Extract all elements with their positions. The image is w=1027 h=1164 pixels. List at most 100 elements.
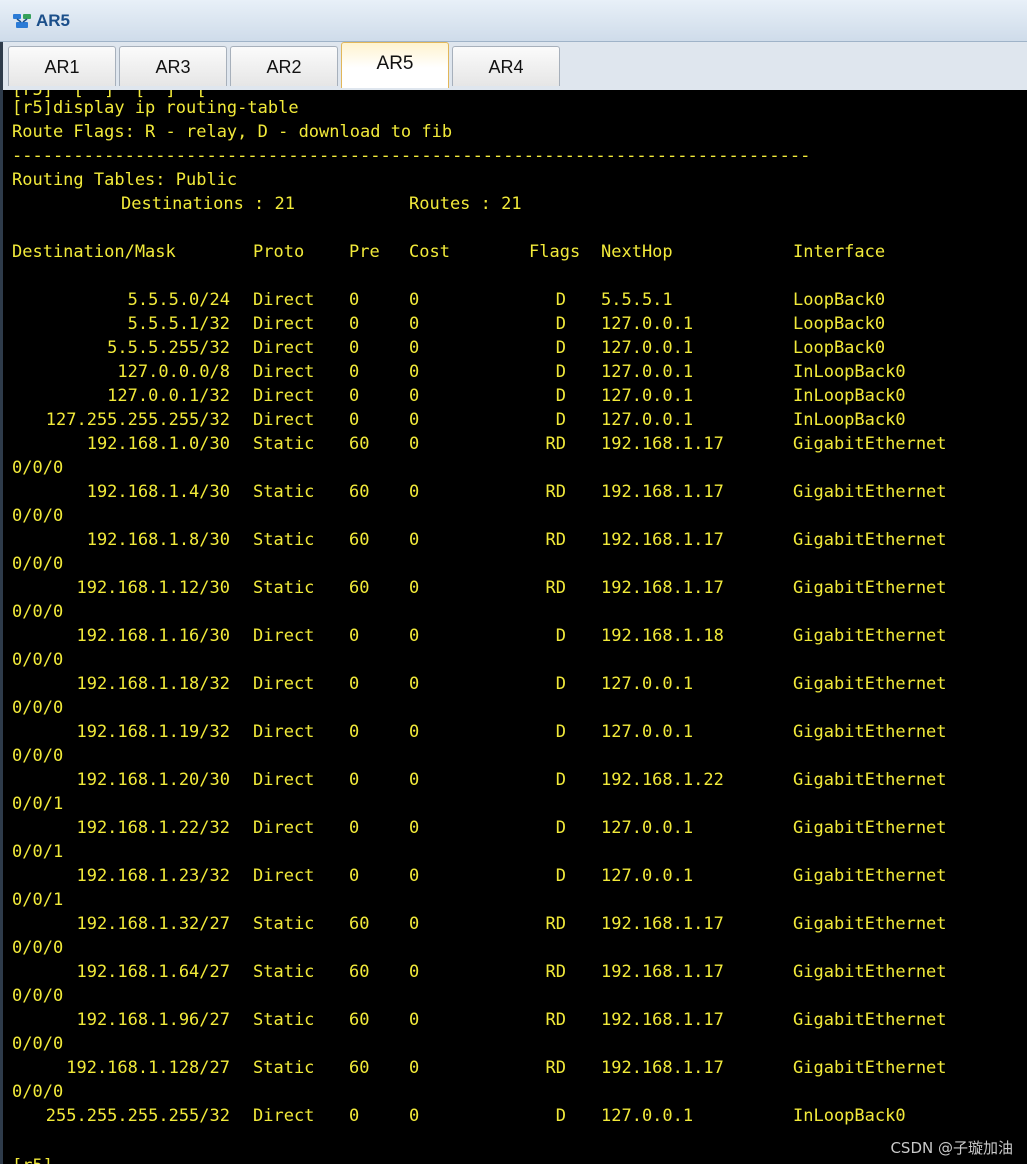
route-cost-cell: 0 <box>409 386 420 406</box>
header-interface: Interface <box>793 242 886 262</box>
route-cost-cell: 0 <box>409 1010 420 1030</box>
route-pre-cell: 0 <box>349 362 360 382</box>
route-nexthop-cell: 192.168.1.17 <box>601 530 724 550</box>
route-iface-wrap: 0/0/1 <box>12 890 64 910</box>
route-iface-cell: InLoopBack0 <box>793 386 906 406</box>
route-iface-wrap: 0/0/0 <box>12 1034 64 1054</box>
route-nexthop-cell: 127.0.0.1 <box>601 674 694 694</box>
route-nexthop-cell: 127.0.0.1 <box>601 410 694 430</box>
route-cost-cell: 0 <box>409 722 420 742</box>
route-dest-cell: 192.168.1.19/32 <box>76 722 230 742</box>
route-dest-cell: 192.168.1.0/30 <box>86 434 230 454</box>
route-pre-cell: 60 <box>349 1010 370 1030</box>
header-nexthop: NextHop <box>601 242 673 262</box>
route-proto-cell: Static <box>253 962 315 982</box>
route-iface-cell: GigabitEthernet <box>793 1010 947 1030</box>
route-flags-cell: D <box>555 386 566 406</box>
route-proto-cell: Direct <box>253 314 315 334</box>
route-iface-cell: GigabitEthernet <box>793 530 947 550</box>
route-nexthop-cell: 192.168.1.17 <box>601 434 724 454</box>
tab-ar1[interactable]: AR1 <box>8 46 116 86</box>
route-nexthop-cell: 192.168.1.22 <box>601 770 724 790</box>
route-proto-cell: Static <box>253 1010 315 1030</box>
route-iface-wrap: 0/0/0 <box>12 698 64 718</box>
route-pre-cell: 0 <box>349 386 360 406</box>
route-iface-cell: GigabitEthernet <box>793 770 947 790</box>
separator-line: ----------------------------------------… <box>12 146 811 166</box>
route-dest-cell: 255.255.255.255/32 <box>45 1106 230 1126</box>
route-proto-cell: Direct <box>253 290 315 310</box>
route-flags-cell: RD <box>545 530 566 550</box>
route-pre-cell: 60 <box>349 530 370 550</box>
route-pre-cell: 0 <box>349 410 360 430</box>
header-pre: Pre <box>349 242 380 262</box>
route-flags-cell: D <box>555 674 566 694</box>
route-flags-cell: D <box>555 410 566 430</box>
route-nexthop-cell: 192.168.1.17 <box>601 482 724 502</box>
route-pre-cell: 0 <box>349 626 360 646</box>
route-iface-wrap: 0/0/0 <box>12 1082 64 1102</box>
route-nexthop-cell: 192.168.1.18 <box>601 626 724 646</box>
route-dest-cell: 192.168.1.8/30 <box>86 530 230 550</box>
router-icon <box>13 14 31 28</box>
route-pre-cell: 0 <box>349 314 360 334</box>
route-proto-cell: Direct <box>253 866 315 886</box>
route-proto-cell: Static <box>253 434 315 454</box>
route-cost-cell: 0 <box>409 434 420 454</box>
route-iface-wrap: 0/0/1 <box>12 794 64 814</box>
route-cost-cell: 0 <box>409 290 420 310</box>
watermark-text: CSDN @子璇加油 <box>890 1139 1013 1157</box>
route-proto-cell: Direct <box>253 674 315 694</box>
route-nexthop-cell: 192.168.1.17 <box>601 962 724 982</box>
route-iface-cell: LoopBack0 <box>793 290 886 310</box>
route-dest-cell: 192.168.1.20/30 <box>76 770 230 790</box>
route-flags-cell: D <box>555 770 566 790</box>
route-proto-cell: Direct <box>253 1106 315 1126</box>
route-iface-cell: GigabitEthernet <box>793 482 947 502</box>
route-dest-cell: 127.0.0.0/8 <box>117 362 230 382</box>
route-flags-cell: RD <box>545 914 566 934</box>
route-iface-cell: LoopBack0 <box>793 338 886 358</box>
route-proto-cell: Direct <box>253 818 315 838</box>
tab-ar3[interactable]: AR3 <box>119 46 227 86</box>
route-flags-cell: D <box>555 626 566 646</box>
route-flags-cell: RD <box>545 1058 566 1078</box>
route-nexthop-cell: 127.0.0.1 <box>601 722 694 742</box>
route-pre-cell: 60 <box>349 482 370 502</box>
route-flags-cell: D <box>555 818 566 838</box>
route-proto-cell: Static <box>253 482 315 502</box>
route-iface-cell: GigabitEthernet <box>793 578 947 598</box>
route-dest-cell: 192.168.1.4/30 <box>86 482 230 502</box>
route-iface-cell: GigabitEthernet <box>793 434 947 454</box>
route-flags-cell: RD <box>545 578 566 598</box>
route-dest-cell: 192.168.1.18/32 <box>76 674 230 694</box>
route-cost-cell: 0 <box>409 626 420 646</box>
tab-ar2[interactable]: AR2 <box>230 46 338 86</box>
window-titlebar: AR5 <box>0 0 1027 42</box>
route-cost-cell: 0 <box>409 866 420 886</box>
route-cost-cell: 0 <box>409 338 420 358</box>
tab-ar4[interactable]: AR4 <box>452 46 560 86</box>
route-pre-cell: 0 <box>349 866 360 886</box>
route-proto-cell: Static <box>253 578 315 598</box>
route-iface-wrap: 0/0/0 <box>12 458 64 478</box>
route-iface-cell: InLoopBack0 <box>793 1106 906 1126</box>
route-dest-cell: 5.5.5.1/32 <box>127 314 230 334</box>
route-dest-cell: 127.255.255.255/32 <box>45 410 230 430</box>
route-dest-cell: 5.5.5.255/32 <box>107 338 230 358</box>
route-iface-cell: GigabitEthernet <box>793 818 947 838</box>
route-dest-cell: 192.168.1.12/30 <box>76 578 230 598</box>
header-destination: Destination/Mask <box>12 242 176 262</box>
routes-count: Routes : 21 <box>409 194 522 214</box>
route-flags-cell: D <box>555 866 566 886</box>
terminal-console[interactable]: [r5] [ ] [ ] [ [r5]display ip routing-ta… <box>0 90 1027 1164</box>
route-dest-cell: 192.168.1.16/30 <box>76 626 230 646</box>
route-nexthop-cell: 192.168.1.17 <box>601 1058 724 1078</box>
destinations-count: Destinations : 21 <box>121 194 295 214</box>
tab-ar5[interactable]: AR5 <box>341 42 449 88</box>
route-flags-cell: D <box>555 722 566 742</box>
route-iface-wrap: 0/0/0 <box>12 602 64 622</box>
route-iface-wrap: 0/0/1 <box>12 842 64 862</box>
route-dest-cell: 192.168.1.32/27 <box>76 914 230 934</box>
route-flags-cell: D <box>555 338 566 358</box>
